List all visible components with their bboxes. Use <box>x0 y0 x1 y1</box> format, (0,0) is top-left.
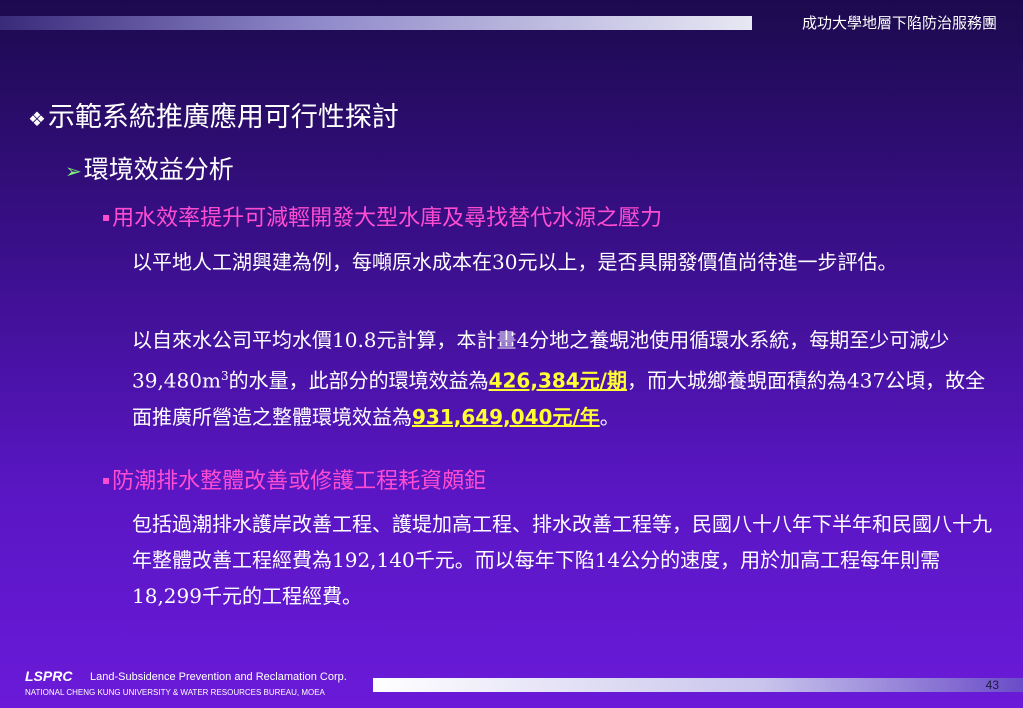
footer-bar <box>373 678 1023 692</box>
section1-heading: ▪用水效率提升可減輕開發大型水庫及尋找替代水源之壓力 <box>102 200 662 232</box>
section1-paragraph1: 以平地人工湖興建為例，每噸原水成本在30元以上，是否具開發價值尚待進一步評估。 <box>132 250 898 274</box>
highlight-benefit-per-period: 426,384元/期 <box>488 368 627 393</box>
footer-logo: LSPRC <box>25 668 73 684</box>
footer-university: NATIONAL CHENG KUNG UNIVERSITY & WATER R… <box>25 688 325 697</box>
para2-text-d: 。 <box>599 404 620 429</box>
section1-title: 用水效率提升可減輕開發大型水庫及尋找替代水源之壓力 <box>112 206 663 231</box>
heading-level1: ❖示範系統推廣應用可行性探討 <box>28 95 399 134</box>
section2-paragraph: 包括過潮排水護岸改善工程、護堤加高工程、排水改善工程等，民國八十八年下半年和民國… <box>132 512 992 608</box>
section2-heading: ▪防潮排水整體改善或修護工程耗資頗鉅 <box>102 463 486 495</box>
square-bullet-icon: ▪ <box>102 210 111 224</box>
arrow-bullet-icon: ➢ <box>65 159 82 183</box>
highlight-benefit-per-year: 931,649,040元/年 <box>412 404 600 429</box>
para2-superscript: 3 <box>220 369 229 383</box>
square-bullet-icon: ▪ <box>102 473 111 487</box>
heading-level2-text: 環境效益分析 <box>83 155 234 184</box>
header-bar <box>0 16 752 30</box>
section1-paragraph2: 以自來水公司平均水價10.8元計算，本計畫4分地之養蜆池使用循環水系統，每期至少… <box>132 322 992 435</box>
org-title: 成功大學地層下陷防治服務團 <box>801 14 997 32</box>
heading-level2: ➢環境效益分析 <box>65 150 234 186</box>
para2-text-b: 的水量，此部分的環境效益為 <box>228 368 489 393</box>
diamond-bullet-icon: ❖ <box>28 107 46 131</box>
heading-level1-text: 示範系統推廣應用可行性探討 <box>47 102 399 133</box>
page-number: 43 <box>985 678 999 692</box>
section2-title: 防潮排水整體改善或修護工程耗資頗鉅 <box>112 469 487 494</box>
footer-corp: Land-Subsidence Prevention and Reclamati… <box>90 671 347 683</box>
